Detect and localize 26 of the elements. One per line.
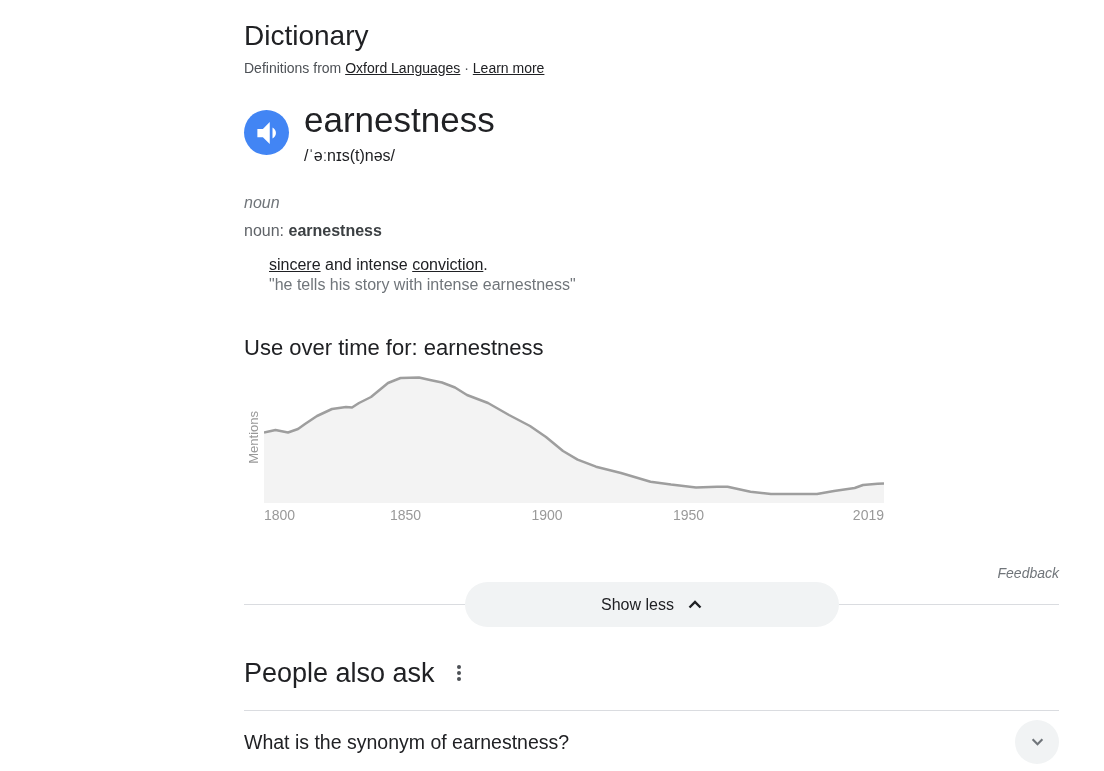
speaker-icon	[255, 121, 278, 144]
axis-label: 1800	[264, 507, 296, 523]
section-title: People also ask	[244, 657, 435, 689]
headword: earnestness	[304, 100, 495, 140]
axis-label: 1850	[389, 507, 422, 523]
feedback-link[interactable]: Feedback	[997, 564, 1059, 582]
word-forms: noun: earnestness	[244, 221, 382, 241]
section-title: Dictionary	[244, 20, 369, 52]
source-line: Definitions from Oxford Languages · Learn more	[244, 59, 545, 78]
axis-label: 1950	[672, 507, 705, 523]
chart-title: Use over time for: earnestness	[244, 334, 544, 362]
example-sentence: "he tells his story with intense earnestness"	[269, 275, 576, 295]
definition-text: sincere and intense conviction.	[269, 255, 488, 275]
source-link[interactable]: Oxford Languages	[345, 60, 461, 76]
word-link[interactable]: sincere	[269, 256, 321, 273]
axis-label: 2019	[852, 507, 884, 523]
more-options-icon[interactable]	[456, 665, 461, 681]
show-less-button[interactable]: Show less	[464, 582, 839, 627]
pronunciation: /ˈəːnɪs(t)nəs/	[304, 146, 396, 166]
axis-label: 1900	[531, 507, 563, 523]
axis-label: Mentions	[247, 410, 261, 464]
source-link[interactable]: Learn more	[472, 60, 545, 76]
question-text[interactable]: What is the synonym of earnestness?	[244, 730, 570, 754]
speaker-button[interactable]	[244, 110, 289, 155]
word-link[interactable]: conviction	[412, 256, 484, 273]
part-of-speech: noun	[244, 193, 280, 213]
